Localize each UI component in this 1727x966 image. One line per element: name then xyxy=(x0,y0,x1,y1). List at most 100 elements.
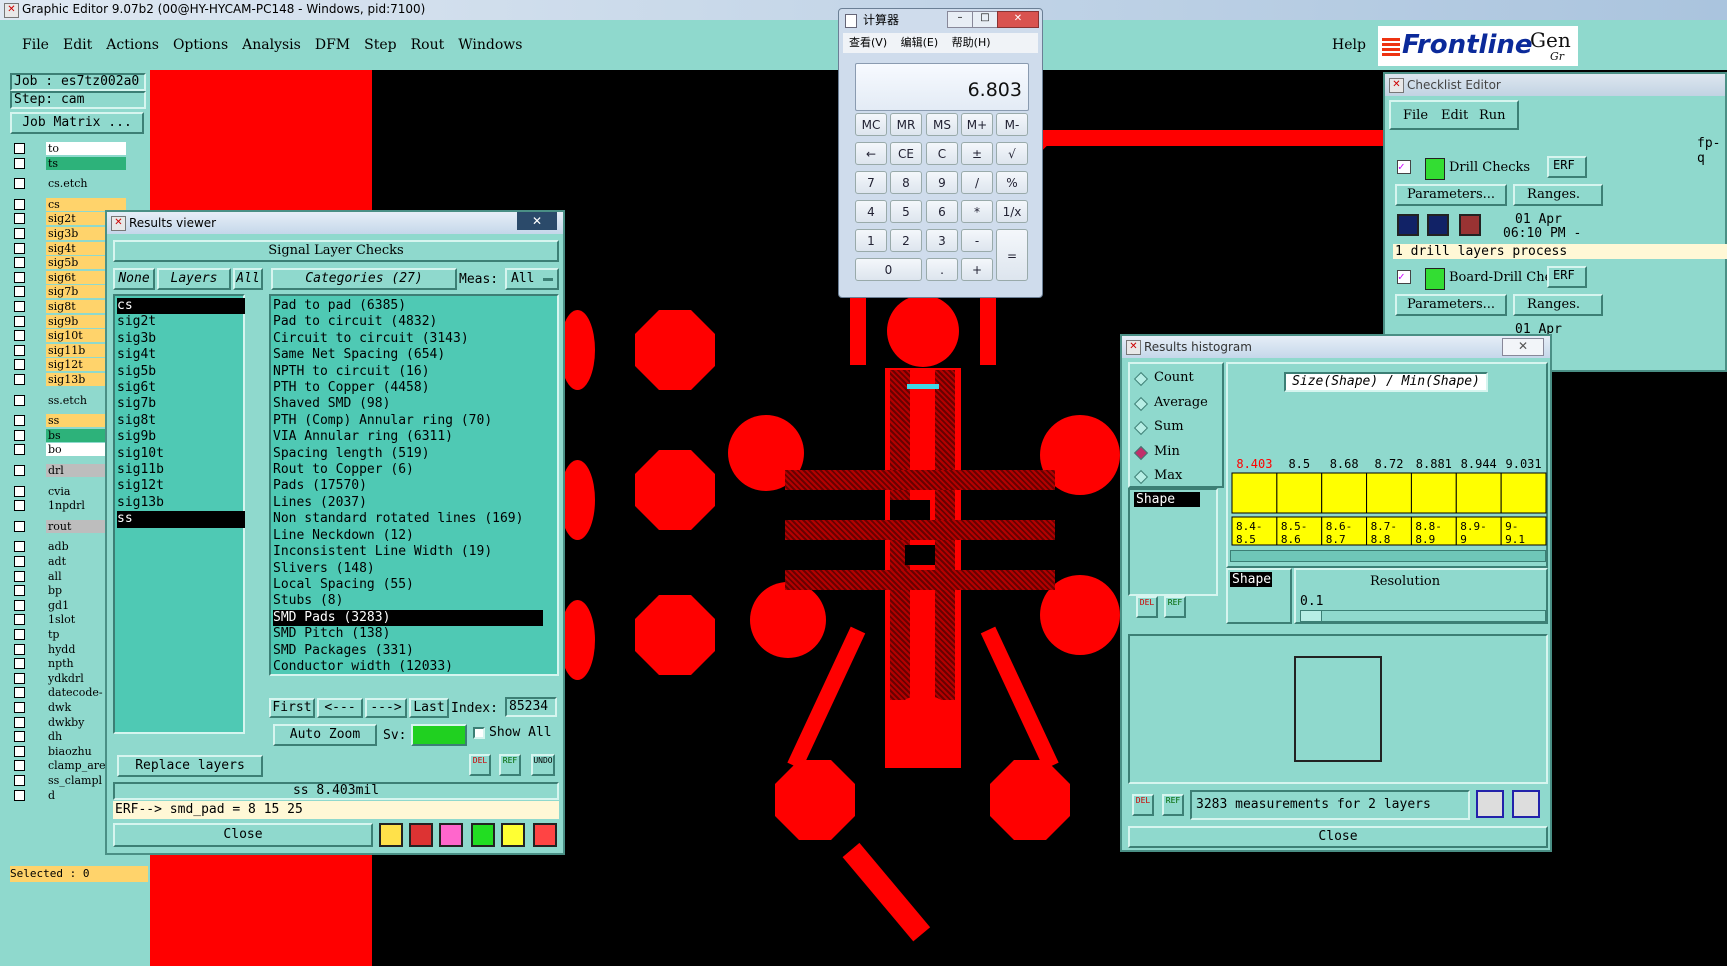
radio-icon[interactable] xyxy=(1133,420,1149,436)
category-item[interactable]: Stubs (8) xyxy=(273,593,543,609)
checklist-params-button[interactable]: Parameters... xyxy=(1395,294,1507,316)
layer-name[interactable]: cs xyxy=(46,197,126,211)
category-item[interactable]: Same Net Spacing (654) xyxy=(273,347,543,363)
close-icon[interactable]: ✕ xyxy=(517,212,557,230)
radio-icon[interactable] xyxy=(1133,371,1149,387)
key-m+-button[interactable]: M+ xyxy=(961,113,993,136)
category-item[interactable]: Non standard rotated lines (169) xyxy=(273,511,543,527)
layer-checkbox[interactable] xyxy=(14,415,25,427)
key-ms-button[interactable]: MS xyxy=(926,113,958,136)
layer-list-item[interactable]: sig6t xyxy=(117,380,245,396)
checklist-params-button[interactable]: Parameters... xyxy=(1395,184,1507,206)
menu-edit[interactable]: Edit xyxy=(63,37,92,53)
del-button[interactable]: DEL xyxy=(1136,596,1158,618)
key-9-button[interactable]: 9 xyxy=(926,171,958,194)
radio-icon[interactable] xyxy=(1133,396,1149,411)
radio-icon[interactable] xyxy=(1133,445,1149,460)
layer-checkbox[interactable] xyxy=(14,315,25,327)
menu-rout[interactable]: Rout xyxy=(411,37,445,53)
clear-entry-button[interactable]: CE xyxy=(890,142,922,165)
layer-checkbox[interactable] xyxy=(14,178,25,190)
equals-button[interactable]: = xyxy=(996,229,1028,281)
layer-checkbox[interactable] xyxy=(14,394,25,406)
layer-checkbox[interactable] xyxy=(14,213,25,225)
layer-checkbox[interactable] xyxy=(14,541,25,553)
category-item[interactable]: Pad to circuit (4832) xyxy=(273,314,543,330)
first-button[interactable]: First xyxy=(269,698,315,718)
category-item[interactable]: VIA Annular ring (6311) xyxy=(273,429,543,445)
layer-checkbox[interactable] xyxy=(14,658,25,670)
run-icon[interactable] xyxy=(1459,214,1481,236)
checklist-ranges-button[interactable]: Ranges. xyxy=(1513,184,1603,206)
category-item[interactable]: SMD Packages (331) xyxy=(273,643,543,659)
category-item[interactable]: PTH to Copper (4458) xyxy=(273,380,543,396)
menu-analysis[interactable]: Analysis xyxy=(242,37,301,53)
layer-name[interactable]: to xyxy=(46,142,126,155)
layer-list-item[interactable]: sig7b xyxy=(117,396,245,412)
layer-list-item[interactable]: sig11b xyxy=(117,462,245,478)
key-2-button[interactable]: 2 xyxy=(890,229,922,252)
number-icon[interactable] xyxy=(471,823,495,847)
key-3-button[interactable]: 3 xyxy=(926,229,958,252)
erf-icon[interactable] xyxy=(439,823,463,847)
subtract-button[interactable]: - xyxy=(961,229,993,252)
category-item[interactable]: Pad to pad (6385) xyxy=(273,298,543,314)
backspace-button[interactable]: ← xyxy=(855,142,887,165)
layer-row[interactable]: cs.etch xyxy=(14,177,126,191)
run-icon[interactable] xyxy=(1397,214,1419,236)
layer-checkbox[interactable] xyxy=(14,556,25,567)
layer-name[interactable]: ts xyxy=(46,156,126,170)
layer-list-item[interactable]: sig9b xyxy=(117,429,245,445)
report-icon[interactable] xyxy=(501,823,525,847)
last-button[interactable]: Last xyxy=(409,698,449,718)
ruler-icon[interactable] xyxy=(379,823,403,847)
layer-list-item[interactable]: ss xyxy=(117,511,245,528)
layer-checkbox[interactable] xyxy=(14,344,25,356)
histogram-list-item[interactable]: Shape xyxy=(1134,492,1200,507)
layer-checkbox[interactable] xyxy=(14,330,25,342)
histogram-bar[interactable] xyxy=(1410,472,1457,514)
layer-checkbox[interactable] xyxy=(14,570,25,582)
layer-checkbox[interactable] xyxy=(14,789,25,801)
close-button[interactable]: Close xyxy=(113,823,373,847)
checklist-ranges-button[interactable]: Ranges. xyxy=(1513,294,1603,316)
key-mr-button[interactable]: MR xyxy=(890,113,922,136)
histogram-bar[interactable] xyxy=(1321,472,1368,514)
auto-zoom-dropdown[interactable]: Auto Zoom xyxy=(273,724,377,746)
category-item[interactable]: Conductor width (12033) xyxy=(273,659,543,675)
layer-checkbox[interactable] xyxy=(14,485,25,497)
del-button[interactable]: DEL xyxy=(469,754,491,776)
key-7-button[interactable]: 7 xyxy=(855,171,887,194)
category-item[interactable]: Lines (2037) xyxy=(273,495,543,511)
histogram-bar[interactable] xyxy=(1276,472,1323,514)
category-item[interactable]: Local Spacing (55) xyxy=(273,577,543,593)
layer-checkbox[interactable] xyxy=(14,585,25,597)
key-0-button[interactable]: 0 xyxy=(855,258,922,281)
histogram-sort-item[interactable]: Shape xyxy=(1230,572,1272,587)
sqrt-button[interactable]: √ xyxy=(996,142,1028,165)
category-item[interactable]: Inconsistent Line Width (19) xyxy=(273,544,543,560)
layer-checkbox[interactable] xyxy=(14,286,25,298)
del-button[interactable]: DEL xyxy=(1132,794,1154,816)
key-mc-button[interactable]: MC xyxy=(855,113,887,136)
sv-dropdown[interactable] xyxy=(411,724,467,746)
layer-list-item[interactable]: sig10t xyxy=(117,446,245,462)
layer-checkbox[interactable] xyxy=(14,143,25,154)
checklist-menu-edit[interactable]: Edit xyxy=(1441,108,1468,123)
category-item[interactable]: Shaved SMD (98) xyxy=(273,396,543,412)
layer-checkbox[interactable] xyxy=(14,760,25,772)
radio-icon[interactable] xyxy=(1133,469,1149,485)
layer-checkbox[interactable] xyxy=(14,520,25,532)
resolution-slider-handle[interactable] xyxy=(1301,611,1322,621)
checklist-menu-run[interactable]: Run xyxy=(1479,108,1506,123)
add-button[interactable]: + xyxy=(961,258,993,281)
key-1-button[interactable]: 1 xyxy=(855,229,887,252)
histogram-bar[interactable] xyxy=(1231,472,1278,514)
layer-checkbox[interactable] xyxy=(14,629,25,640)
layer-checkbox[interactable] xyxy=(14,198,25,210)
categories-listbox[interactable]: Pad to pad (6385) Pad to circuit (4832) Ci… xyxy=(269,294,559,676)
key-8-button[interactable]: 8 xyxy=(890,171,922,194)
replace-layers-dropdown[interactable]: Replace layers xyxy=(117,755,263,777)
layer-list-item[interactable]: sig3b xyxy=(117,331,245,347)
layer-list-item[interactable]: cs xyxy=(117,298,245,315)
